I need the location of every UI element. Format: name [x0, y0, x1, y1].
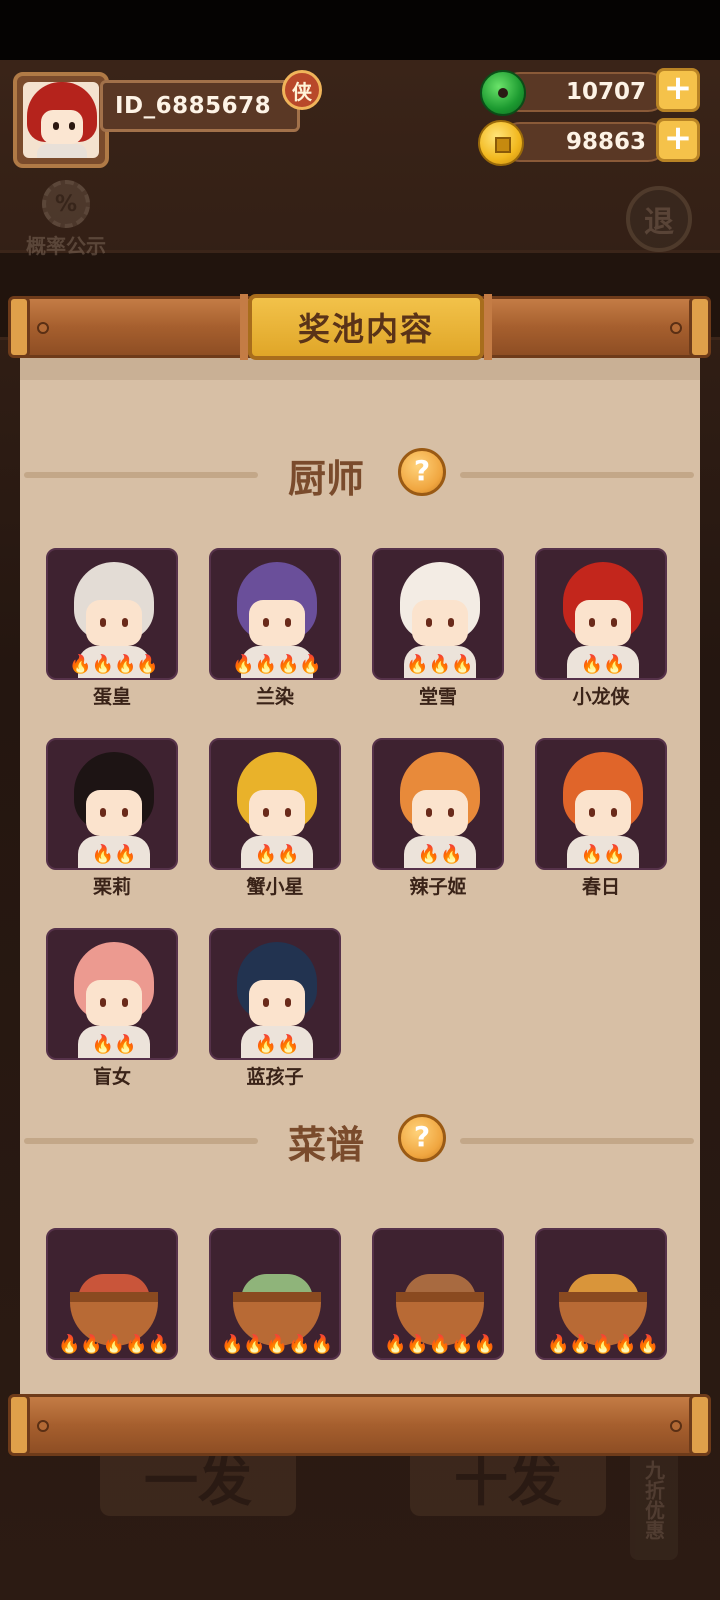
coin-amount: 98863	[565, 129, 646, 155]
prize-pool-panel: 厨师 ? 🔥🔥🔥🔥 蛋皇 🔥🔥🔥🔥 兰染 🔥🔥🔥 堂雪 🔥🔥 小龙侠 🔥🔥 栗莉 🔥🔥 蟹小星 🔥🔥 辣子…	[20, 350, 700, 1396]
probability-button: % 概率公示	[18, 180, 114, 260]
chef-name: 蟹小星	[246, 876, 304, 898]
recipe-rarity-flames: 🔥🔥🔥🔥🔥	[220, 1334, 334, 1355]
chef-portrait: 🔥🔥🔥🔥	[209, 548, 341, 680]
chef-rarity-flames: 🔥🔥	[254, 1034, 300, 1055]
chef-rarity-flames: 🔥🔥	[91, 1034, 137, 1055]
chef-rarity-flames: 🔥🔥	[580, 844, 626, 865]
jade-amount: 10707	[565, 79, 646, 105]
chef-name: 兰染	[255, 686, 294, 708]
divider	[24, 472, 258, 478]
chefs-section-title: 厨师	[288, 457, 365, 501]
chef-rarity-flames: 🔥🔥	[254, 844, 300, 865]
chef-portrait: 🔥🔥🔥	[372, 548, 504, 680]
chef-portrait: 🔥🔥	[372, 738, 504, 870]
chef-card[interactable]: 🔥🔥 蟹小星	[209, 738, 341, 916]
coin-icon	[478, 120, 524, 166]
chef-name: 堂雪	[418, 686, 457, 708]
chef-card[interactable]: 🔥🔥 栗莉	[46, 738, 178, 916]
chef-card[interactable]: 🔥🔥🔥 堂雪	[372, 548, 504, 726]
chef-card[interactable]: 🔥🔥 小龙侠	[535, 548, 667, 726]
add-jade-button[interactable]: +	[656, 68, 700, 112]
recipe-rarity-flames: 🔥🔥🔥🔥🔥	[546, 1334, 660, 1355]
recipe-dish-image: 🔥🔥🔥🔥🔥	[46, 1228, 178, 1360]
player-name-plate: ID_6885678	[100, 80, 300, 132]
chef-rarity-flames: 🔥🔥🔥🔥	[232, 654, 322, 675]
chef-portrait: 🔥🔥	[535, 548, 667, 680]
chef-name: 蛋皇	[92, 686, 131, 708]
chef-card[interactable]: 🔥🔥 春日	[535, 738, 667, 916]
recipe-card[interactable]: 🔥🔥🔥🔥🔥	[46, 1228, 178, 1396]
chef-card[interactable]: 🔥🔥🔥🔥 兰染	[209, 548, 341, 726]
avatar-portrait	[23, 82, 99, 158]
discount-tag: 九折优惠	[630, 1440, 678, 1560]
recipe-dish-image: 🔥🔥🔥🔥🔥	[209, 1228, 341, 1360]
divider	[460, 1138, 694, 1144]
percent-gear-icon: %	[42, 180, 90, 228]
chef-name: 小龙侠	[572, 686, 630, 708]
status-bar	[0, 0, 720, 60]
chef-portrait: 🔥🔥	[209, 928, 341, 1060]
chef-rarity-flames: 🔥🔥	[417, 844, 463, 865]
probability-label: 概率公示	[26, 234, 106, 258]
recipe-dish-image: 🔥🔥🔥🔥🔥	[535, 1228, 667, 1360]
coin-counter: 98863	[500, 122, 668, 162]
chef-rarity-flames: 🔥🔥	[580, 654, 626, 675]
recipe-card[interactable]: 🔥🔥🔥🔥🔥	[209, 1228, 341, 1396]
back-button: 退	[626, 186, 692, 252]
chefs-section-header: 厨师 ?	[20, 444, 700, 504]
chef-portrait: 🔥🔥	[209, 738, 341, 870]
chef-portrait: 🔥🔥	[535, 738, 667, 870]
chef-name: 盲女	[92, 1066, 131, 1088]
player-id: ID_6885678	[115, 93, 272, 119]
chef-rarity-flames: 🔥🔥🔥🔥	[69, 654, 159, 675]
recipes-section-header: 菜谱 ?	[20, 1110, 700, 1170]
chef-name: 栗莉	[92, 876, 131, 898]
add-coins-button[interactable]: +	[656, 118, 700, 162]
chef-card[interactable]: 🔥🔥🔥🔥 蛋皇	[46, 548, 178, 726]
recipes-section-title: 菜谱	[288, 1123, 365, 1167]
jade-icon	[480, 70, 526, 116]
chef-name: 辣子姬	[409, 876, 467, 898]
player-avatar[interactable]	[13, 72, 109, 168]
divider	[460, 472, 694, 478]
title-badge: 侠	[282, 70, 322, 110]
scroll-rod-bottom	[8, 1394, 711, 1456]
chef-name: 春日	[581, 876, 620, 898]
chef-rarity-flames: 🔥🔥🔥	[406, 654, 474, 675]
chefs-help-icon[interactable]: ?	[398, 448, 446, 496]
chef-rarity-flames: 🔥🔥	[91, 844, 137, 865]
chef-portrait: 🔥🔥	[46, 738, 178, 870]
chef-card[interactable]: 🔥🔥 辣子姬	[372, 738, 504, 916]
panel-title: 奖池内容	[240, 294, 492, 360]
recipe-rarity-flames: 🔥🔥🔥🔥🔥	[57, 1334, 171, 1355]
divider	[24, 1138, 258, 1144]
recipe-card[interactable]: 🔥🔥🔥🔥🔥	[372, 1228, 504, 1396]
recipe-card[interactable]: 🔥🔥🔥🔥🔥	[535, 1228, 667, 1396]
recipe-dish-image: 🔥🔥🔥🔥🔥	[372, 1228, 504, 1360]
chef-name: 蓝孩子	[246, 1066, 304, 1088]
chef-card[interactable]: 🔥🔥 盲女	[46, 928, 178, 1106]
chef-portrait: 🔥🔥🔥🔥	[46, 548, 178, 680]
recipe-rarity-flames: 🔥🔥🔥🔥🔥	[383, 1334, 497, 1355]
chef-portrait: 🔥🔥	[46, 928, 178, 1060]
recipes-help-icon[interactable]: ?	[398, 1114, 446, 1162]
chef-card[interactable]: 🔥🔥 蓝孩子	[209, 928, 341, 1106]
